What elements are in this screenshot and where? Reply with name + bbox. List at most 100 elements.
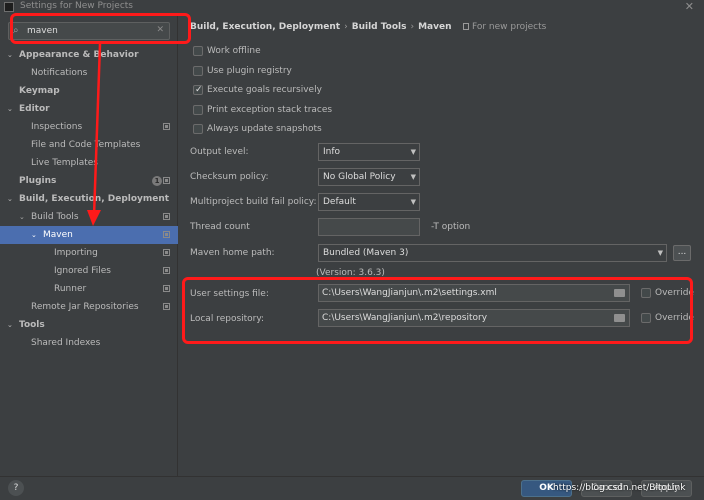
breadcrumb: Build, Execution, Deployment › Build Tools… — [190, 22, 452, 32]
sidebar-item-label: Editor — [19, 104, 50, 114]
window-title: Settings for New Projects — [20, 1, 133, 11]
sidebar-item-label: Build Tools — [31, 212, 79, 222]
breadcrumb-separator: › — [410, 22, 415, 32]
document-icon — [463, 23, 469, 30]
project-scope-icon — [163, 231, 170, 238]
sidebar-item-label: Maven — [43, 230, 73, 240]
expand-arrow-icon[interactable]: ⌄ — [7, 46, 13, 64]
sidebar-item-label: Build, Execution, Deployment — [19, 194, 170, 204]
breadcrumb-item[interactable]: Build Tools — [352, 22, 407, 32]
folder-icon[interactable] — [614, 289, 625, 297]
user-settings-input[interactable]: C:\Users\WangJianjun\.m2\settings.xml — [318, 284, 630, 302]
sidebar-item-label: Appearance & Behavior — [19, 50, 139, 60]
checkbox-box[interactable] — [193, 66, 203, 76]
app-logo-icon — [4, 2, 14, 12]
project-scope-icon — [163, 123, 170, 130]
sidebar-item-remote-jar-repositories[interactable]: Remote Jar Repositories — [0, 298, 178, 316]
checksum-policy-label: Checksum policy: — [190, 172, 269, 182]
sidebar-item-label: Runner — [54, 284, 87, 294]
select-value: No Global Policy — [323, 172, 396, 182]
dialog-footer: ? OK Cancel Apply https://blog.csdn.net/… — [0, 476, 704, 500]
settings-sidebar: ⌕ maven ✕ ⌄ Appearance & Behavior Notifi… — [0, 14, 178, 476]
sidebar-item-label: Shared Indexes — [31, 338, 101, 348]
clear-search-icon[interactable]: ✕ — [156, 25, 164, 35]
sidebar-item-appearance-behavior[interactable]: ⌄ Appearance & Behavior — [0, 46, 178, 64]
checksum-policy-select[interactable]: No Global Policy ▼ — [318, 168, 420, 186]
maven-home-select[interactable]: Bundled (Maven 3) ▼ — [318, 244, 667, 262]
checkbox-box[interactable] — [641, 313, 651, 323]
search-input[interactable]: ⌕ maven ✕ — [8, 22, 170, 40]
breadcrumb-separator: › — [344, 22, 348, 32]
checkbox-box[interactable] — [641, 288, 651, 298]
sidebar-item-keymap[interactable]: Keymap — [0, 82, 178, 100]
sidebar-item-label: Ignored Files — [54, 266, 111, 276]
sidebar-item-tools[interactable]: ⌄ Tools — [0, 316, 178, 334]
sidebar-item-ignored-files[interactable]: Ignored Files — [0, 262, 178, 280]
close-icon[interactable]: ✕ — [685, 0, 694, 13]
sidebar-item-shared-indexes[interactable]: Shared Indexes — [0, 334, 178, 352]
checkbox-label: Always update snapshots — [207, 124, 322, 134]
maven-version-text: (Version: 3.6.3) — [316, 268, 385, 278]
sidebar-item-build-tools[interactable]: ⌄ Build Tools — [0, 208, 178, 226]
watermark-text: https://blog.csdn.net/BitoLink — [553, 483, 686, 493]
checkbox-label: Override — [655, 288, 694, 298]
select-value: Bundled (Maven 3) — [323, 248, 409, 258]
search-value: maven — [27, 26, 58, 36]
breadcrumb-item[interactable]: Build, Execution, Deployment — [190, 22, 340, 32]
project-scope-icon — [163, 285, 170, 292]
local-repository-input[interactable]: C:\Users\WangJianjun\.m2\repository — [318, 309, 630, 327]
project-scope-icon — [163, 177, 170, 184]
project-scope-icon — [163, 267, 170, 274]
plugins-update-badge: 1 — [152, 176, 162, 186]
checkbox-label: Print exception stack traces — [207, 105, 333, 115]
sidebar-item-label: Remote Jar Repositories — [31, 302, 139, 312]
sidebar-item-label: File and Code Templates — [31, 140, 141, 150]
expand-arrow-icon[interactable]: ⌄ — [7, 316, 13, 334]
expand-arrow-icon[interactable]: ⌄ — [31, 226, 37, 244]
thread-count-label: Thread count — [190, 222, 250, 232]
select-value: Default — [323, 197, 356, 207]
input-value: C:\Users\WangJianjun\.m2\settings.xml — [322, 288, 497, 298]
sidebar-item-file-code-templates[interactable]: File and Code Templates — [0, 136, 178, 154]
sidebar-item-label: Live Templates — [31, 158, 98, 168]
expand-arrow-icon[interactable]: ⌄ — [19, 208, 25, 226]
help-button[interactable]: ? — [8, 480, 24, 496]
folder-icon[interactable] — [614, 314, 625, 322]
multiproject-policy-select[interactable]: Default ▼ — [318, 193, 420, 211]
thread-count-hint: -T option — [431, 222, 471, 232]
title-bar: Settings for New Projects ✕ — [0, 0, 704, 14]
expand-arrow-icon[interactable]: ⌄ — [7, 190, 13, 208]
checkbox-box[interactable] — [193, 124, 203, 134]
sidebar-item-build-execution-deployment[interactable]: ⌄ Build, Execution, Deployment — [0, 190, 178, 208]
maven-settings-panel: Build, Execution, Deployment › Build Tools… — [179, 14, 704, 476]
sidebar-item-label: Notifications — [31, 68, 88, 78]
sidebar-item-notifications[interactable]: Notifications — [0, 64, 178, 82]
sidebar-item-label: Tools — [19, 320, 45, 330]
sidebar-item-label: Importing — [54, 248, 98, 258]
sidebar-item-runner[interactable]: Runner — [0, 280, 178, 298]
project-scope-icon — [163, 249, 170, 256]
output-level-select[interactable]: Info ▼ — [318, 143, 420, 161]
sidebar-item-inspections[interactable]: Inspections — [0, 118, 178, 136]
sidebar-item-live-templates[interactable]: Live Templates — [0, 154, 178, 172]
sidebar-item-maven[interactable]: ⌄ Maven — [0, 226, 178, 244]
input-value: C:\Users\WangJianjun\.m2\repository — [322, 313, 488, 323]
checkbox-label: Work offline — [207, 46, 261, 56]
checkbox-box[interactable] — [193, 46, 203, 56]
browse-maven-home-button[interactable]: ... — [673, 245, 691, 261]
sidebar-item-editor[interactable]: ⌄ Editor — [0, 100, 178, 118]
sidebar-item-plugins[interactable]: Plugins 1 — [0, 172, 178, 190]
thread-count-input[interactable] — [318, 218, 420, 236]
checkbox-label: Use plugin registry — [207, 66, 292, 76]
select-value: Info — [323, 147, 341, 157]
checkbox-label: Override — [655, 313, 694, 323]
scope-note-text: For new projects — [472, 22, 547, 32]
breadcrumb-item: Maven — [418, 22, 452, 32]
checkbox-box[interactable] — [193, 84, 203, 96]
checkbox-label: Execute goals recursively — [207, 85, 322, 95]
expand-arrow-icon[interactable]: ⌄ — [7, 100, 13, 118]
dropdown-arrow-icon: ▼ — [657, 249, 663, 257]
user-settings-label: User settings file: — [190, 289, 269, 299]
checkbox-box[interactable] — [193, 105, 203, 115]
sidebar-item-importing[interactable]: Importing — [0, 244, 178, 262]
